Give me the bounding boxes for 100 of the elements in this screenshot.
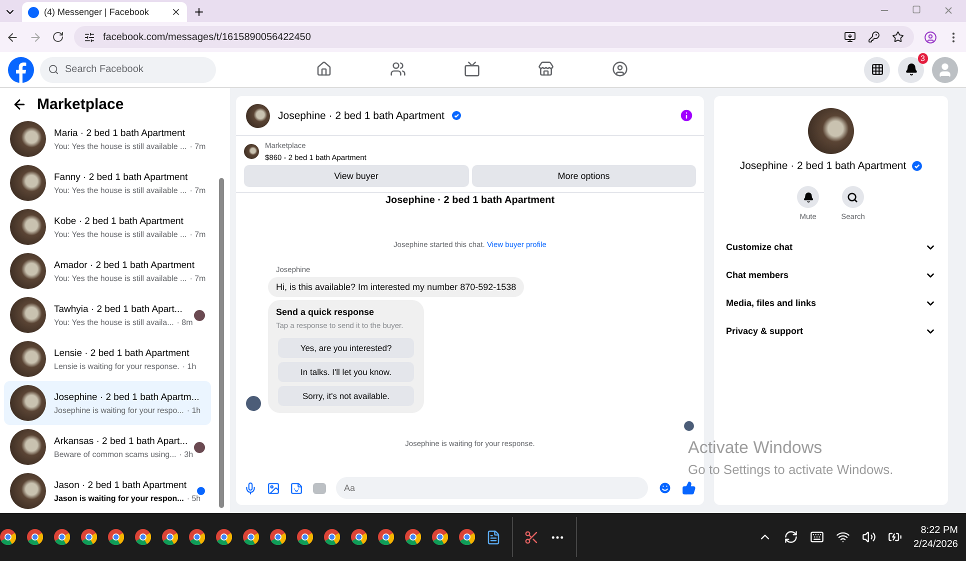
chrome-icon[interactable] — [243, 529, 259, 545]
message-preview: You: Yes the house is still available ... — [54, 142, 187, 150]
verified-icon — [452, 111, 462, 120]
chat-title: Josephine · 2 bed 1 bath Apartment — [278, 110, 444, 122]
conversation-name: Josephine · 2 bed 1 bath Apartm... — [54, 392, 200, 402]
keyboard-icon[interactable] — [810, 530, 824, 544]
message-input[interactable]: Aa — [336, 477, 648, 499]
message-time: · 7m — [190, 186, 206, 194]
chrome-icon[interactable] — [135, 529, 151, 545]
conversation-name: Tawhyia · 2 bed 1 bath Apart... — [54, 304, 184, 314]
message-time: · 7m — [190, 274, 206, 282]
read-receipt-avatar — [684, 421, 694, 431]
details-title: Josephine · 2 bed 1 bath Apartment — [740, 160, 906, 172]
home-icon — [316, 60, 332, 76]
chrome-icon[interactable] — [108, 529, 124, 545]
volume-icon[interactable] — [862, 530, 876, 544]
chat-heading: Josephine · 2 bed 1 bath Apartment — [385, 195, 555, 206]
photo-placeholder — [10, 473, 46, 509]
back-icon[interactable] — [6, 30, 19, 44]
message-preview: Beware of common scams using... — [54, 450, 176, 458]
snipping-tool-icon[interactable] — [524, 530, 539, 544]
message-preview: You: Yes the house is still availa... — [54, 318, 174, 326]
bell-icon — [802, 192, 814, 202]
conversation-item[interactable]: Tawhyia · 2 bed 1 bath Apart... You: Yes the house is still availa... · 8m — [4, 293, 211, 337]
grid-icon — [870, 63, 884, 76]
verified-icon — [912, 161, 922, 171]
sticker-icon[interactable] — [290, 482, 303, 494]
action-button[interactable]: More options — [472, 165, 696, 187]
photo-placeholder — [244, 144, 259, 159]
chrome-icon[interactable] — [378, 529, 394, 545]
chrome-icon[interactable] — [459, 529, 475, 545]
maximize-icon[interactable] — [912, 5, 921, 14]
notification-badge: 3 — [918, 52, 928, 64]
info-icon[interactable] — [679, 108, 694, 123]
key-icon[interactable] — [868, 31, 880, 43]
conversation-item[interactable]: Arkansas · 2 bed 1 bath Apart... Beware of common scams using... · 3h — [4, 425, 211, 469]
clock[interactable]: 8:22 PM 2/24/2026 — [914, 524, 958, 550]
back-icon[interactable] — [12, 97, 27, 112]
details-section[interactable]: Media, files and links — [724, 289, 938, 317]
scrollbar[interactable] — [219, 178, 224, 508]
close-icon[interactable] — [171, 7, 181, 17]
conversation-item[interactable]: Fanny · 2 bed 1 bath Apartment You: Yes the house is still available ... · 7m — [4, 161, 211, 205]
photo-placeholder — [10, 429, 46, 465]
like-icon[interactable] — [682, 481, 696, 495]
microphone-icon[interactable] — [244, 482, 257, 494]
conversation-item[interactable]: Josephine · 2 bed 1 bath Apartm... Josephine is waiting for your respo... · 1h — [4, 381, 211, 425]
chrome-icon[interactable] — [297, 529, 313, 545]
site-settings-icon[interactable] — [84, 32, 95, 42]
chrome-icon[interactable] — [0, 529, 16, 545]
facebook-logo[interactable] — [8, 56, 34, 82]
conversation-item[interactable]: Maria · 2 bed 1 bath Apartment You: Yes the house is still available ... · 7m — [4, 117, 211, 161]
browser-tab[interactable]: (4) Messenger | Facebook — [22, 2, 187, 22]
message-time: · 3h — [179, 450, 194, 458]
conversation-item[interactable]: Kobe · 2 bed 1 bath Apartment You: Yes the house is still available ... · 7m — [4, 205, 211, 249]
photo-placeholder — [10, 385, 46, 421]
conversation-name: Fanny · 2 bed 1 bath Apartment — [54, 172, 189, 182]
reload-icon[interactable] — [52, 31, 64, 43]
chrome-icon[interactable] — [216, 529, 232, 545]
chrome-icon[interactable] — [270, 529, 286, 545]
photo-placeholder — [10, 121, 46, 157]
battery-icon[interactable] — [888, 530, 902, 544]
bookmark-star-icon[interactable] — [892, 31, 904, 43]
tab-title: (4) Messenger | Facebook — [44, 7, 149, 17]
menu-button[interactable] — [864, 56, 890, 82]
chrome-icon[interactable] — [54, 529, 70, 545]
conversation-item[interactable]: Jason · 2 bed 1 bath Apartment Jason is waiting for your respon... · 5h — [4, 469, 211, 513]
chrome-icon[interactable] — [81, 529, 97, 545]
search-placeholder: Search Facebook — [65, 64, 144, 75]
chrome-icon[interactable] — [27, 529, 43, 545]
conversation-name: Kobe · 2 bed 1 bath Apartment — [54, 216, 184, 226]
chrome-icon[interactable] — [162, 529, 178, 545]
photo-placeholder — [246, 104, 270, 128]
quick-reply-button[interactable]: Yes, are you interested? — [278, 338, 414, 358]
chrome-icon[interactable] — [189, 529, 205, 545]
conversation-item[interactable]: Lensie · 2 bed 1 bath Apartment Lensie is waiting for your response. · 1h — [4, 337, 211, 381]
new-tab-icon[interactable] — [193, 6, 205, 18]
image-icon[interactable] — [267, 482, 280, 494]
quick-reply-button[interactable]: In talks. I'll let you know. — [278, 362, 414, 382]
search-icon — [48, 64, 59, 75]
notepad-icon[interactable] — [486, 530, 501, 544]
install-icon[interactable] — [844, 31, 856, 43]
address-bar[interactable]: facebook.com/messages/t/1615890056422450 — [74, 26, 914, 48]
avatar — [246, 396, 261, 411]
message-time: · 5h — [186, 494, 201, 502]
action-button[interactable]: View buyer — [244, 165, 468, 187]
details-section[interactable]: Customize chat — [724, 233, 938, 261]
details-section[interactable]: Privacy & support — [724, 317, 938, 345]
conversation-item[interactable]: Amador · 2 bed 1 bath Apartment You: Yes the house is still available ... · 7m — [4, 249, 211, 293]
profile-icon[interactable] — [924, 30, 937, 44]
search-field[interactable]: Search Facebook — [40, 56, 216, 82]
chrome-icon[interactable] — [324, 529, 340, 545]
chrome-icon[interactable] — [405, 529, 421, 545]
details-section[interactable]: Chat members — [724, 261, 938, 289]
wifi-icon[interactable] — [836, 530, 850, 544]
chrome-icon[interactable] — [351, 529, 367, 545]
conversation-name: Amador · 2 bed 1 bath Apartment — [54, 260, 196, 270]
quick-reply-button[interactable]: Sorry, it's not available. — [278, 386, 414, 406]
emoji-icon[interactable] — [658, 481, 672, 495]
sync-icon[interactable] — [784, 530, 798, 544]
chrome-icon[interactable] — [432, 529, 448, 545]
